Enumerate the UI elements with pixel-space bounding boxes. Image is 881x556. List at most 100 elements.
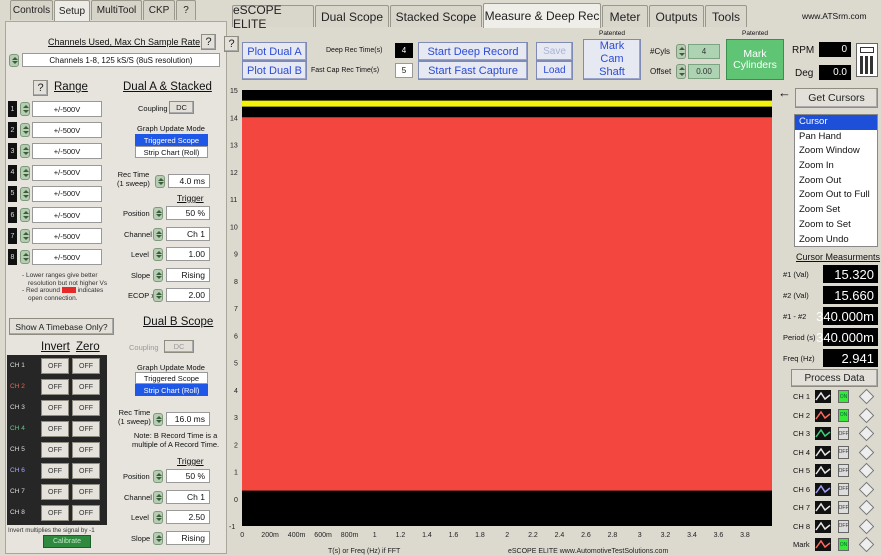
invert-toggle[interactable]: OFF	[41, 484, 69, 500]
zoom-tool-item[interactable]: Cursor	[795, 115, 877, 130]
tab-multitool[interactable]: MultiTool	[91, 0, 142, 20]
invert-toggle[interactable]: OFF	[41, 505, 69, 521]
process-data-button[interactable]: Process Data	[791, 369, 878, 387]
channels-spinner[interactable]	[9, 54, 19, 67]
range-spinner[interactable]	[20, 250, 30, 265]
zoom-tool-list[interactable]: Cursor Pan Hand Zoom Window Zoom In Zoom Out…	[794, 114, 878, 247]
invert-toggle[interactable]: OFF	[41, 442, 69, 458]
invert-toggle[interactable]: OFF	[41, 358, 69, 374]
diamond-handle-icon[interactable]	[858, 518, 875, 534]
deep-record-graph[interactable]: 1514131211109876543210-1 0 200m 400m 600m 80…	[228, 85, 788, 555]
range-spinner[interactable]	[20, 165, 30, 180]
b-rec-time-spinner[interactable]	[153, 413, 163, 426]
process-toggle[interactable]: OFF	[838, 427, 849, 440]
zero-toggle[interactable]: OFF	[72, 484, 100, 500]
show-timebase-button[interactable]: Show A Timebase Only?	[9, 318, 114, 335]
diamond-handle-icon[interactable]	[858, 444, 875, 460]
zero-toggle[interactable]: OFF	[72, 505, 100, 521]
zoom-tool-item[interactable]: Zoom Set	[795, 203, 877, 218]
range-field[interactable]: +/-500V	[32, 122, 102, 139]
tab-controls[interactable]: Controls	[10, 0, 53, 20]
a-coupling-button[interactable]: DC	[169, 101, 194, 114]
b-mode-strip[interactable]: Strip Chart (Roll)	[135, 384, 208, 396]
plot-dual-a-button[interactable]: Plot Dual A	[242, 42, 307, 61]
tab-measure-deep-rec[interactable]: Measure & Deep Rec	[483, 3, 601, 28]
process-toggle[interactable]: OFF	[838, 519, 849, 533]
diamond-handle-icon[interactable]	[858, 499, 875, 516]
invert-toggle[interactable]: OFF	[41, 400, 69, 416]
b-slope-spinner[interactable]	[153, 531, 163, 545]
calibrate-button[interactable]: Calibrate	[43, 535, 91, 548]
range-help-button[interactable]: ?	[33, 80, 48, 96]
zero-toggle[interactable]: OFF	[72, 379, 100, 395]
deep-rec-field[interactable]: 4	[395, 43, 413, 58]
zero-toggle[interactable]: OFF	[72, 358, 100, 374]
tab-ckp[interactable]: CKP	[143, 0, 175, 20]
diamond-handle-icon[interactable]	[858, 536, 875, 553]
range-field[interactable]: +/-500V	[32, 143, 102, 160]
zoom-tool-item[interactable]: Zoom Undo	[795, 233, 877, 248]
tab-escope-elite[interactable]: eSCOPE ELITE	[232, 3, 314, 31]
a-ecop-field[interactable]: 2.00	[166, 288, 210, 303]
zoom-tool-item[interactable]: Zoom to Set	[795, 218, 877, 233]
range-field[interactable]: +/-500V	[32, 185, 102, 202]
process-toggle[interactable]: ON	[838, 538, 849, 551]
a-channel-spinner[interactable]	[153, 227, 163, 241]
range-field[interactable]: +/-500V	[32, 207, 102, 223]
fast-cap-field[interactable]: 5	[395, 63, 413, 78]
a-level-field[interactable]: 1.00	[166, 247, 210, 262]
range-spinner[interactable]	[20, 208, 30, 222]
cyls-field[interactable]: 4	[688, 44, 720, 59]
range-spinner[interactable]	[20, 123, 30, 138]
start-fast-capture-button[interactable]: Start Fast Capture	[418, 61, 528, 80]
b-rec-time-field[interactable]: 16.0 ms	[166, 412, 210, 426]
diamond-handle-icon[interactable]	[858, 388, 875, 405]
offset-spinner[interactable]	[676, 64, 686, 79]
process-toggle[interactable]: OFF	[838, 482, 849, 496]
diamond-handle-icon[interactable]	[858, 462, 875, 479]
range-field[interactable]: +/-500V	[32, 164, 102, 181]
process-toggle[interactable]: ON	[838, 390, 849, 403]
b-level-field[interactable]: 2.50	[166, 510, 210, 525]
diamond-handle-icon[interactable]	[858, 407, 875, 423]
start-deep-record-button[interactable]: Start Deep Record	[418, 42, 528, 61]
zero-toggle[interactable]: OFF	[72, 400, 100, 416]
invert-toggle[interactable]: OFF	[41, 379, 69, 395]
invert-toggle[interactable]: OFF	[41, 421, 69, 437]
a-mode-strip[interactable]: Strip Chart (Roll)	[135, 146, 208, 158]
b-mode-triggered[interactable]: Triggered Scope	[135, 372, 208, 384]
offset-field[interactable]: 0.00	[688, 64, 720, 79]
range-spinner[interactable]	[20, 186, 30, 201]
b-level-spinner[interactable]	[153, 511, 163, 525]
get-cursors-button[interactable]: Get Cursors	[795, 88, 878, 108]
tab-stacked-scope[interactable]: Stacked Scope	[390, 5, 482, 27]
process-toggle[interactable]: OFF	[838, 445, 849, 459]
zoom-tool-item[interactable]: Pan Hand	[795, 130, 877, 145]
diamond-handle-icon[interactable]	[858, 481, 875, 497]
zoom-tool-item[interactable]: Zoom Out to Full	[795, 188, 877, 203]
tab-setup[interactable]: Setup	[54, 0, 90, 22]
process-toggle[interactable]: ON	[838, 408, 849, 422]
diamond-handle-icon[interactable]	[858, 425, 875, 442]
range-spinner[interactable]	[20, 144, 30, 159]
zero-toggle[interactable]: OFF	[72, 463, 100, 479]
range-spinner[interactable]	[20, 229, 30, 244]
a-mode-triggered[interactable]: Triggered Scope	[135, 134, 208, 146]
zero-toggle[interactable]: OFF	[72, 442, 100, 458]
range-field[interactable]: +/-500V	[32, 228, 102, 245]
a-level-spinner[interactable]	[153, 248, 163, 262]
channels-field[interactable]: Channels 1-8, 125 kS/S (8uS resolution)	[22, 53, 220, 67]
tab-tools[interactable]: Tools	[705, 5, 747, 27]
process-toggle[interactable]: OFF	[838, 464, 849, 477]
b-position-spinner[interactable]	[153, 470, 163, 483]
a-rec-time-spinner[interactable]	[155, 175, 165, 188]
save-button[interactable]: Save	[536, 42, 573, 61]
a-slope-spinner[interactable]	[153, 268, 163, 282]
b-slope-field[interactable]: Rising	[166, 530, 210, 545]
toolbar-help-button[interactable]: ?	[224, 36, 239, 52]
tab-dual-scope[interactable]: Dual Scope	[315, 5, 389, 27]
load-button[interactable]: Load	[536, 61, 573, 80]
a-position-spinner[interactable]	[153, 207, 163, 220]
range-field[interactable]: +/-500V	[32, 101, 102, 117]
range-spinner[interactable]	[20, 102, 30, 116]
